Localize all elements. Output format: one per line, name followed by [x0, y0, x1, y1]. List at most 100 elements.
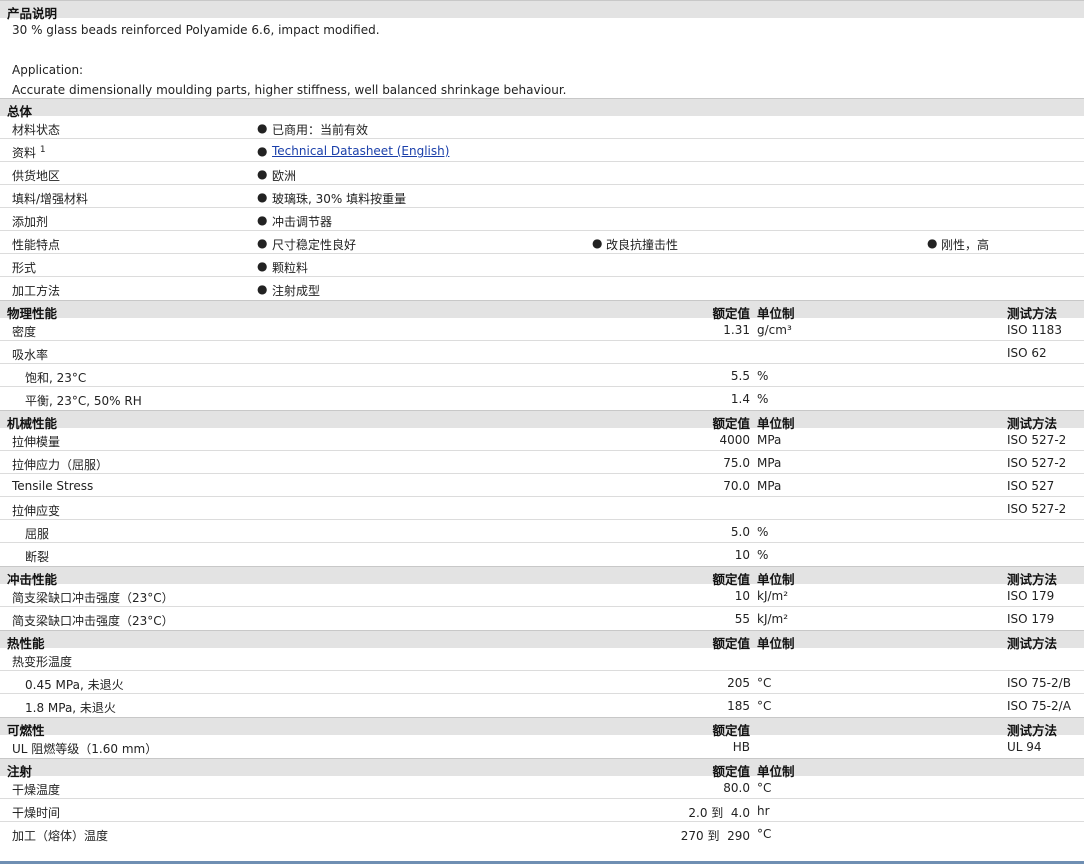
row-unit: °C — [757, 781, 772, 795]
table-row: 资料 1 ● Technical Datasheet (English) — [0, 139, 1084, 162]
table-row: 拉伸应变 ISO 527-2 — [0, 497, 1084, 520]
row-label: 饱和, 23°C — [25, 371, 87, 385]
datasheet-link[interactable]: Technical Datasheet (English) — [272, 144, 449, 158]
bullet-icon: ● — [592, 236, 603, 250]
row-value: 5.0 — [730, 525, 750, 539]
row-label: 加工方法 — [12, 284, 61, 298]
row-value: 270 到 290 — [680, 829, 750, 843]
section-header-impact: 冲击性能 额定值 单位制 测试方法 — [0, 566, 1084, 587]
row-label: 性能特点 — [12, 238, 61, 252]
row-label: 添加剂 — [12, 215, 49, 229]
description-text: 30 % glass beads reinforced Polyamide 6.… — [12, 23, 380, 37]
table-row: 热变形温度 — [0, 648, 1084, 671]
row-value: 欧洲 — [272, 169, 297, 183]
table-row: 屈服 5.0 % — [0, 520, 1084, 543]
section-header-physical: 物理性能 额定值 单位制 测试方法 — [0, 300, 1084, 321]
row-unit: hr — [757, 804, 770, 818]
row-label: 填料/增强材料 — [12, 192, 89, 206]
row-value: 185 — [727, 699, 750, 713]
row-method: ISO 179 — [1007, 612, 1055, 626]
row-label: 材料状态 — [12, 123, 61, 137]
row-value: 注射成型 — [272, 284, 321, 298]
section-header-mechanical: 机械性能 额定值 单位制 测试方法 — [0, 410, 1084, 431]
row-value: 75.0 — [723, 456, 750, 470]
row-unit: % — [757, 392, 769, 406]
row-label: 加工（熔体）温度 — [12, 829, 109, 843]
table-row: 干燥温度 80.0 °C — [0, 776, 1084, 799]
row-label: 简支梁缺口冲击强度（23°C） — [12, 591, 174, 605]
row-label: 屈服 — [25, 527, 50, 541]
row-unit: °C — [757, 827, 772, 841]
datasheet-link-wrap[interactable]: Technical Datasheet (English) — [272, 144, 449, 158]
row-method: ISO 1183 — [1007, 323, 1062, 337]
row-label: 干燥温度 — [12, 783, 61, 797]
table-row: 添加剂 ● 冲击调节器 — [0, 208, 1084, 231]
section-header-description: 产品说明 — [0, 0, 1084, 21]
row-label: 形式 — [12, 261, 37, 275]
table-row: 断裂 10 % — [0, 543, 1084, 566]
table-row: 密度 1.31 g/cm³ ISO 1183 — [0, 318, 1084, 341]
row-label-text: 资料 — [12, 146, 37, 160]
table-row: 拉伸应力（屈服） 75.0 MPa ISO 527-2 — [0, 451, 1084, 474]
row-label: Tensile Stress — [12, 479, 94, 493]
row-value: 玻璃珠, 30% 填料按重量 — [272, 192, 407, 206]
section-header-flammability: 可燃性 额定值 测试方法 — [0, 717, 1084, 738]
table-row: 平衡, 23°C, 50% RH 1.4 % — [0, 387, 1084, 410]
bullet-icon: ● — [257, 190, 268, 204]
row-method: ISO 62 — [1007, 346, 1047, 360]
section-header-thermal: 热性能 额定值 单位制 测试方法 — [0, 630, 1084, 651]
application-label: Application: — [12, 63, 84, 77]
row-value: 10 — [734, 548, 750, 562]
row-unit: % — [757, 548, 769, 562]
description-block: 30 % glass beads reinforced Polyamide 6.… — [0, 18, 1084, 98]
row-unit: MPa — [757, 456, 782, 470]
row-value: 1.4 — [730, 392, 750, 406]
table-row: 简支梁缺口冲击强度（23°C） 10 kJ/m² ISO 179 — [0, 584, 1084, 607]
bullet-icon: ● — [257, 167, 268, 181]
row-value: 2.0 到 4.0 — [688, 806, 750, 820]
bullet-icon: ● — [257, 213, 268, 227]
row-value: 55 — [734, 612, 750, 626]
row-label: 干燥时间 — [12, 806, 61, 820]
row-label: 热变形温度 — [12, 655, 73, 669]
row-value: 尺寸稳定性良好 — [272, 238, 357, 252]
row-label: 资料 1 — [12, 144, 46, 161]
bullet-icon: ● — [257, 259, 268, 273]
bullet-icon: ● — [257, 121, 268, 135]
row-method: ISO 527-2 — [1007, 456, 1067, 470]
table-row: 填料/增强材料 ● 玻璃珠, 30% 填料按重量 — [0, 185, 1084, 208]
table-row: 形式 ● 颗粒料 — [0, 254, 1084, 277]
table-row: 供货地区 ● 欧洲 — [0, 162, 1084, 185]
row-method: ISO 75-2/A — [1007, 699, 1071, 713]
row-unit: MPa — [757, 479, 782, 493]
bullet-icon: ● — [927, 236, 938, 250]
row-label: 供货地区 — [12, 169, 61, 183]
bullet-icon: ● — [257, 236, 268, 250]
row-method: UL 94 — [1007, 740, 1042, 754]
bullet-icon: ● — [257, 282, 268, 296]
row-unit: °C — [757, 676, 772, 690]
row-unit: % — [757, 369, 769, 383]
row-label: 拉伸应变 — [12, 504, 61, 518]
application-text: Accurate dimensionally moulding parts, h… — [12, 83, 567, 97]
section-header-injection: 注射 额定值 单位制 — [0, 758, 1084, 779]
row-value: 4000 — [719, 433, 750, 447]
row-label: 吸水率 — [12, 348, 49, 362]
row-value: 冲击调节器 — [272, 215, 333, 229]
datasheet-page: 产品说明 30 % glass beads reinforced Polyami… — [0, 0, 1084, 864]
table-row: 加工（熔体）温度 270 到 290 °C — [0, 822, 1084, 845]
table-row: 材料状态 ● 已商用：当前有效 — [0, 116, 1084, 139]
bullet-icon: ● — [257, 144, 268, 158]
row-value: 205 — [727, 676, 750, 690]
row-value: HB — [732, 740, 750, 754]
table-row: 性能特点 ● 尺寸稳定性良好 ● 改良抗撞击性 ● 刚性，高 — [0, 231, 1084, 254]
table-row: 拉伸模量 4000 MPa ISO 527-2 — [0, 428, 1084, 451]
table-row: 干燥时间 2.0 到 4.0 hr — [0, 799, 1084, 822]
row-method: ISO 527 — [1007, 479, 1055, 493]
table-row: 吸水率 ISO 62 — [0, 341, 1084, 364]
row-value: 10 — [734, 589, 750, 603]
row-value: 70.0 — [723, 479, 750, 493]
row-unit: MPa — [757, 433, 782, 447]
table-row: 0.45 MPa, 未退火 205 °C ISO 75-2/B — [0, 671, 1084, 694]
table-row: Tensile Stress 70.0 MPa ISO 527 — [0, 474, 1084, 497]
